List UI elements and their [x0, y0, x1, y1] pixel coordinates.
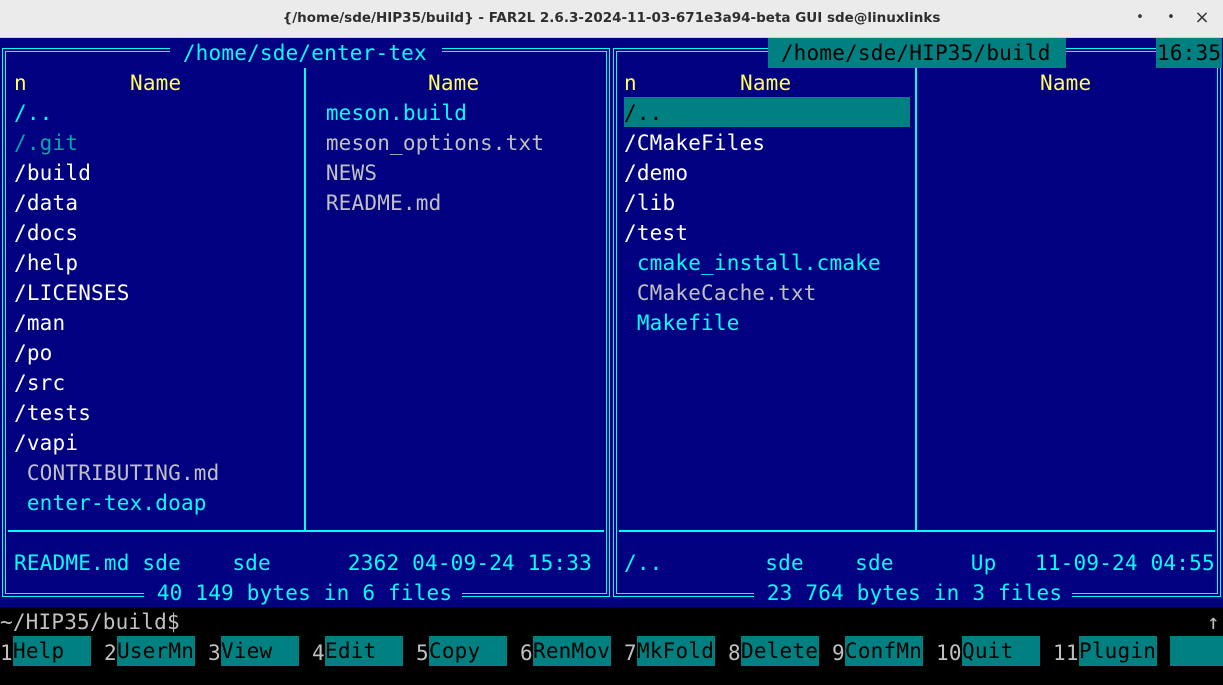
list-item-parent-dir[interactable]: /..: [624, 98, 663, 128]
fkey-number: 7: [624, 641, 637, 665]
file-info-line: README.md sde sde 2362 04-09-24 15:33: [14, 551, 592, 575]
list-item-file[interactable]: cmake_install.cmake: [624, 248, 881, 278]
list-item-file[interactable]: enter-tex.doap: [14, 488, 207, 518]
f9-confmenu-button[interactable]: ConfMn: [845, 636, 923, 666]
right-info-divider: [619, 530, 1215, 532]
f5-copy-button[interactable]: Copy: [429, 636, 507, 666]
scroll-up-icon[interactable]: ↑: [1207, 607, 1220, 637]
window-title: {/home/sde/HIP35/build} - FAR2L 2.6.3-20…: [282, 10, 941, 26]
f10-quit-button[interactable]: Quit: [962, 636, 1040, 666]
f2-usermenu-button[interactable]: UserMn: [117, 636, 195, 666]
fkey-number: 9: [832, 641, 845, 665]
minimize-icon[interactable]: •: [1130, 8, 1150, 28]
list-item-file[interactable]: meson.build: [313, 98, 467, 128]
list-item-folder[interactable]: /CMakeFiles: [624, 128, 765, 158]
list-item-file[interactable]: README.md: [313, 188, 441, 218]
window-titlebar: {/home/sde/HIP35/build} - FAR2L 2.6.3-20…: [0, 0, 1223, 38]
list-item-file[interactable]: meson_options.txt: [313, 128, 544, 158]
maximize-icon[interactable]: •: [1161, 8, 1181, 28]
column-header-name[interactable]: Name: [1040, 68, 1091, 98]
f12-button[interactable]: [1170, 636, 1223, 666]
panel-summary: 40 149 bytes in 6 files: [144, 581, 466, 605]
list-item-folder[interactable]: /data: [14, 188, 78, 218]
file-info-line: /.. sde sde Up 11-09-24 04:55: [624, 551, 1215, 575]
list-item-parent-dir[interactable]: /..: [14, 98, 53, 128]
command-prompt: ~/HIP35/build$: [0, 610, 180, 634]
list-item-folder[interactable]: /lib: [624, 188, 675, 218]
list-item-folder[interactable]: /LICENSES: [14, 278, 130, 308]
list-item-folder[interactable]: /man: [14, 308, 65, 338]
fkey-number: 6: [520, 641, 533, 665]
f1-help-button[interactable]: Help: [13, 636, 91, 666]
column-header-name[interactable]: Name: [740, 68, 791, 98]
right-panel-path[interactable]: /home/sde/HIP35/build: [768, 38, 1063, 68]
clock: 16:35: [1157, 41, 1222, 65]
list-item-folder[interactable]: /help: [14, 248, 78, 278]
list-item-folder[interactable]: /tests: [14, 398, 91, 428]
close-icon[interactable]: ×: [1192, 8, 1212, 28]
selection-cursor: [624, 97, 910, 127]
panel-summary: 23 764 bytes in 3 files: [754, 581, 1076, 605]
f11-plugin-button[interactable]: Plugin: [1079, 636, 1157, 666]
f4-edit-button[interactable]: Edit: [325, 636, 403, 666]
f8-delete-button[interactable]: Delete: [741, 636, 819, 666]
sort-indicator[interactable]: n: [14, 68, 27, 98]
f7-mkfold-button[interactable]: MkFold: [637, 636, 715, 666]
left-panel[interactable]: /home/sde/enter-tex n Name Name /.. /.gi…: [0, 38, 612, 608]
fkey-number: 5: [416, 641, 429, 665]
right-panel[interactable]: /home/sde/HIP35/build 16:35 n Name Name …: [612, 38, 1223, 608]
list-item-file[interactable]: NEWS: [313, 158, 377, 188]
fkey-number: 4: [312, 641, 325, 665]
list-item-file[interactable]: CONTRIBUTING.md: [14, 458, 220, 488]
list-item-folder[interactable]: /vapi: [14, 428, 78, 458]
list-item-folder[interactable]: /po: [14, 338, 53, 368]
right-column-divider: [915, 68, 917, 531]
list-item-folder[interactable]: /demo: [624, 158, 688, 188]
column-header-name[interactable]: Name: [130, 68, 181, 98]
terminal: /home/sde/enter-tex n Name Name /.. /.gi…: [0, 38, 1223, 685]
fkey-number: 1: [0, 641, 13, 665]
fkey-number: 11: [1053, 641, 1079, 665]
fkey-number: 2: [104, 641, 117, 665]
fkey-number: 8: [728, 641, 741, 665]
sort-indicator[interactable]: n: [624, 68, 637, 98]
list-item-folder[interactable]: /build: [14, 158, 91, 188]
list-item-folder[interactable]: /docs: [14, 218, 78, 248]
list-item-folder[interactable]: /src: [14, 368, 65, 398]
fkey-number: 10: [936, 641, 962, 665]
f6-renmov-button[interactable]: RenMov: [533, 636, 611, 666]
left-info-divider: [8, 530, 604, 532]
list-item-folder[interactable]: /test: [624, 218, 688, 248]
fkey-number: 3: [208, 641, 221, 665]
list-item-file[interactable]: CMakeCache.txt: [624, 278, 817, 308]
list-item-folder[interactable]: /.git: [14, 128, 78, 158]
list-item-file[interactable]: Makefile: [624, 308, 740, 338]
left-column-divider: [304, 68, 306, 531]
f3-view-button[interactable]: View: [221, 636, 299, 666]
column-header-name[interactable]: Name: [428, 68, 479, 98]
left-panel-path[interactable]: /home/sde/enter-tex: [170, 38, 440, 68]
command-line[interactable]: ~/HIP35/build$ ↑: [0, 607, 1223, 637]
